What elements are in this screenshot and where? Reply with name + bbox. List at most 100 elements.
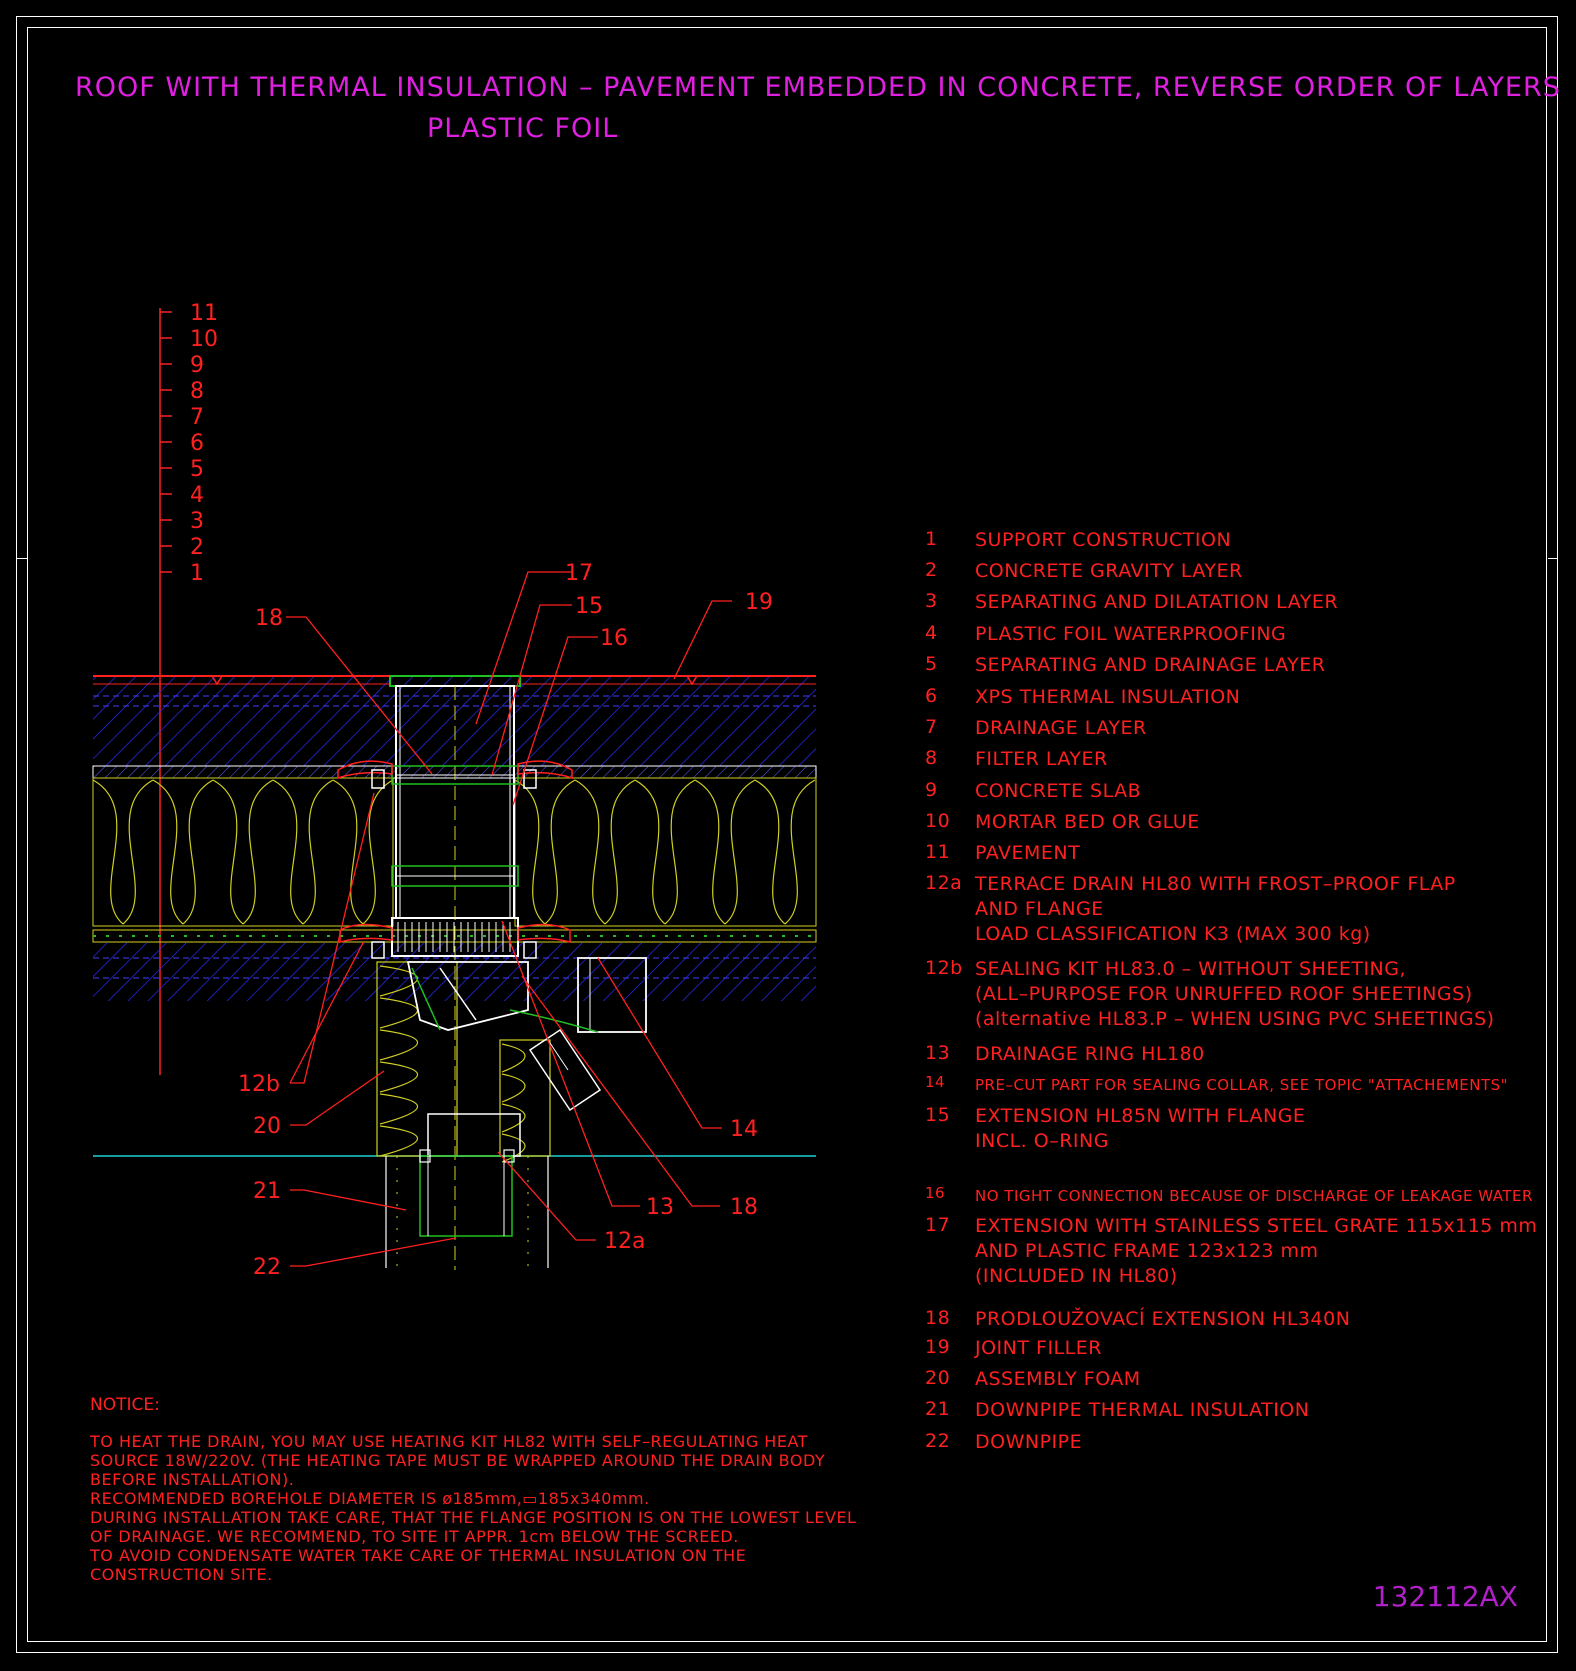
legend-item: 12a TERRACE DRAIN HL80 WITH FROST–PROOF F… — [925, 872, 1456, 947]
callout-13: 13 — [646, 1195, 674, 1220]
callout-20: 20 — [253, 1114, 281, 1139]
legend-line: PLASTIC FOIL WATERPROOFING — [975, 623, 1287, 645]
legend-text: SUPPORT CONSTRUCTION — [975, 528, 1231, 553]
legend-line: (INCLUDED IN HL80) — [975, 1265, 1178, 1287]
callout-18-top: 18 — [255, 606, 283, 631]
legend-line: EXTENSION WITH STAINLESS STEEL GRATE 115… — [975, 1215, 1538, 1237]
legend-line: DRAINAGE RING HL180 — [975, 1043, 1205, 1065]
legend-text: ASSEMBLY FOAM — [975, 1367, 1141, 1392]
legend-number: 7 — [925, 716, 938, 738]
legend-line: SEPARATING AND DILATATION LAYER — [975, 591, 1339, 613]
legend-number: 4 — [925, 622, 938, 644]
scale-label: 11 — [190, 301, 218, 326]
legend-line: MORTAR BED OR GLUE — [975, 811, 1200, 833]
legend-item: 5 SEPARATING AND DRAINAGE LAYER — [925, 653, 1326, 678]
legend-item: 1 SUPPORT CONSTRUCTION — [925, 528, 1231, 553]
callout-19: 19 — [745, 590, 773, 615]
legend-text: DOWNPIPE — [975, 1430, 1082, 1455]
callout-14: 14 — [730, 1117, 758, 1142]
legend-item: 14 PRE–CUT PART FOR SEALING COLLAR, SEE T… — [925, 1073, 1508, 1098]
scale-label: 6 — [190, 431, 204, 456]
legend-text: DRAINAGE RING HL180 — [975, 1042, 1205, 1067]
legend-number: 12a — [925, 872, 963, 894]
legend-item: 7 DRAINAGE LAYER — [925, 716, 1147, 741]
legend-line: SUPPORT CONSTRUCTION — [975, 529, 1232, 551]
legend-text: SEPARATING AND DRAINAGE LAYER — [975, 653, 1326, 678]
notice-body: TO HEAT THE DRAIN, YOU MAY USE HEATING K… — [90, 1432, 857, 1584]
legend-item: 10 MORTAR BED OR GLUE — [925, 810, 1200, 835]
legend-line: AND FLANGE — [975, 898, 1104, 920]
legend-number: 19 — [925, 1336, 951, 1358]
callout-18-bottom: 18 — [730, 1195, 758, 1220]
legend-line: PRE–CUT PART FOR SEALING COLLAR, SEE TOP… — [975, 1076, 1509, 1094]
legend-item: 15 EXTENSION HL85N WITH FLANGE INCL. O–RIN… — [925, 1104, 1305, 1154]
drawing-id: 132112AX — [1372, 1580, 1518, 1613]
scale-label: 9 — [190, 353, 204, 378]
legend-line: INCL. O–RING — [975, 1130, 1109, 1152]
callout-22: 22 — [253, 1255, 281, 1280]
legend-line: TERRACE DRAIN HL80 WITH FROST–PROOF FLAP — [975, 873, 1456, 895]
legend-number: 2 — [925, 559, 938, 581]
legend-item: 9 CONCRETE SLAB — [925, 779, 1141, 804]
legend-number: 10 — [925, 810, 951, 832]
legend-number: 17 — [925, 1214, 951, 1236]
legend-number: 16 — [925, 1184, 946, 1202]
scale-label: 7 — [190, 405, 204, 430]
legend-item: 6 XPS THERMAL INSULATION — [925, 685, 1240, 710]
legend-text: TERRACE DRAIN HL80 WITH FROST–PROOF FLAP… — [975, 872, 1456, 947]
legend-text: PAVEMENT — [975, 841, 1080, 866]
legend-number: 13 — [925, 1042, 951, 1064]
legend-line: SEPARATING AND DRAINAGE LAYER — [975, 654, 1326, 676]
legend-number: 15 — [925, 1104, 951, 1126]
legend-line: PAVEMENT — [975, 842, 1081, 864]
legend-number: 1 — [925, 528, 938, 550]
callout-labels: 17 15 16 19 18 12b 20 21 22 14 13 18 12a — [238, 561, 773, 1280]
legend-item: 21 DOWNPIPE THERMAL INSULATION — [925, 1398, 1309, 1423]
scale-label: 1 — [190, 561, 204, 586]
legend-number: 11 — [925, 841, 951, 863]
legend-line: LOAD CLASSIFICATION K3 (MAX 300 kg) — [975, 923, 1371, 945]
legend-text: EXTENSION HL85N WITH FLANGE INCL. O–RING — [975, 1104, 1305, 1154]
legend-item: 18 PRODLOUŽOVACÍ EXTENSION HL340N — [925, 1307, 1350, 1332]
legend-line: EXTENSION HL85N WITH FLANGE — [975, 1105, 1306, 1127]
legend-number: 22 — [925, 1430, 951, 1452]
legend-line: XPS THERMAL INSULATION — [975, 686, 1241, 708]
section-drawing: 1110987654321 17 15 16 19 18 12b 20 21 2… — [92, 301, 817, 1280]
notice-title: NOTICE: — [90, 1395, 160, 1415]
legend-item: 19 JOINT FILLER — [925, 1336, 1102, 1361]
legend-text: DOWNPIPE THERMAL INSULATION — [975, 1398, 1309, 1423]
legend-line: FILTER LAYER — [975, 748, 1108, 770]
scale-label: 5 — [190, 457, 204, 482]
legend-number: 12b — [925, 957, 963, 979]
legend-text: CONCRETE SLAB — [975, 779, 1141, 804]
legend-line: (alternative HL83.P – WHEN USING PVC SHE… — [975, 1008, 1495, 1030]
legend-item: 8 FILTER LAYER — [925, 747, 1108, 772]
legend-number: 21 — [925, 1398, 951, 1420]
legend-item: 22 DOWNPIPE — [925, 1430, 1082, 1455]
callout-17: 17 — [565, 561, 593, 586]
legend-item: 12b SEALING KIT HL83.0 – WITHOUT SHEETING… — [925, 957, 1495, 1032]
legend-item: 13 DRAINAGE RING HL180 — [925, 1042, 1205, 1067]
legend-number: 5 — [925, 653, 938, 675]
legend-number: 6 — [925, 685, 938, 707]
callout-16: 16 — [600, 626, 628, 651]
legend-item: 17 EXTENSION WITH STAINLESS STEEL GRATE 1… — [925, 1214, 1537, 1289]
legend-item: 16 NO TIGHT CONNECTION BECAUSE OF DISCHAR… — [925, 1184, 1533, 1209]
legend-line: ASSEMBLY FOAM — [975, 1368, 1141, 1390]
legend-text: CONCRETE GRAVITY LAYER — [975, 559, 1243, 584]
legend-item: 3 SEPARATING AND DILATATION LAYER — [925, 590, 1338, 615]
legend-line: SEALING KIT HL83.0 – WITHOUT SHEETING, — [975, 958, 1407, 980]
legend-text: PRE–CUT PART FOR SEALING COLLAR, SEE TOP… — [975, 1073, 1508, 1098]
legend-text: NO TIGHT CONNECTION BECAUSE OF DISCHARGE… — [975, 1184, 1533, 1209]
legend-item: 11 PAVEMENT — [925, 841, 1080, 866]
legend-line: DOWNPIPE — [975, 1431, 1083, 1453]
legend-line: CONCRETE GRAVITY LAYER — [975, 560, 1243, 582]
legend-text: DRAINAGE LAYER — [975, 716, 1147, 741]
legend-item: 20 ASSEMBLY FOAM — [925, 1367, 1141, 1392]
legend-line: JOINT FILLER — [975, 1337, 1102, 1359]
legend-number: 20 — [925, 1367, 951, 1389]
scale-label: 2 — [190, 535, 204, 560]
callout-12b: 12b — [238, 1072, 280, 1097]
legend-number: 14 — [925, 1073, 946, 1091]
legend-line: NO TIGHT CONNECTION BECAUSE OF DISCHARGE… — [975, 1187, 1533, 1205]
